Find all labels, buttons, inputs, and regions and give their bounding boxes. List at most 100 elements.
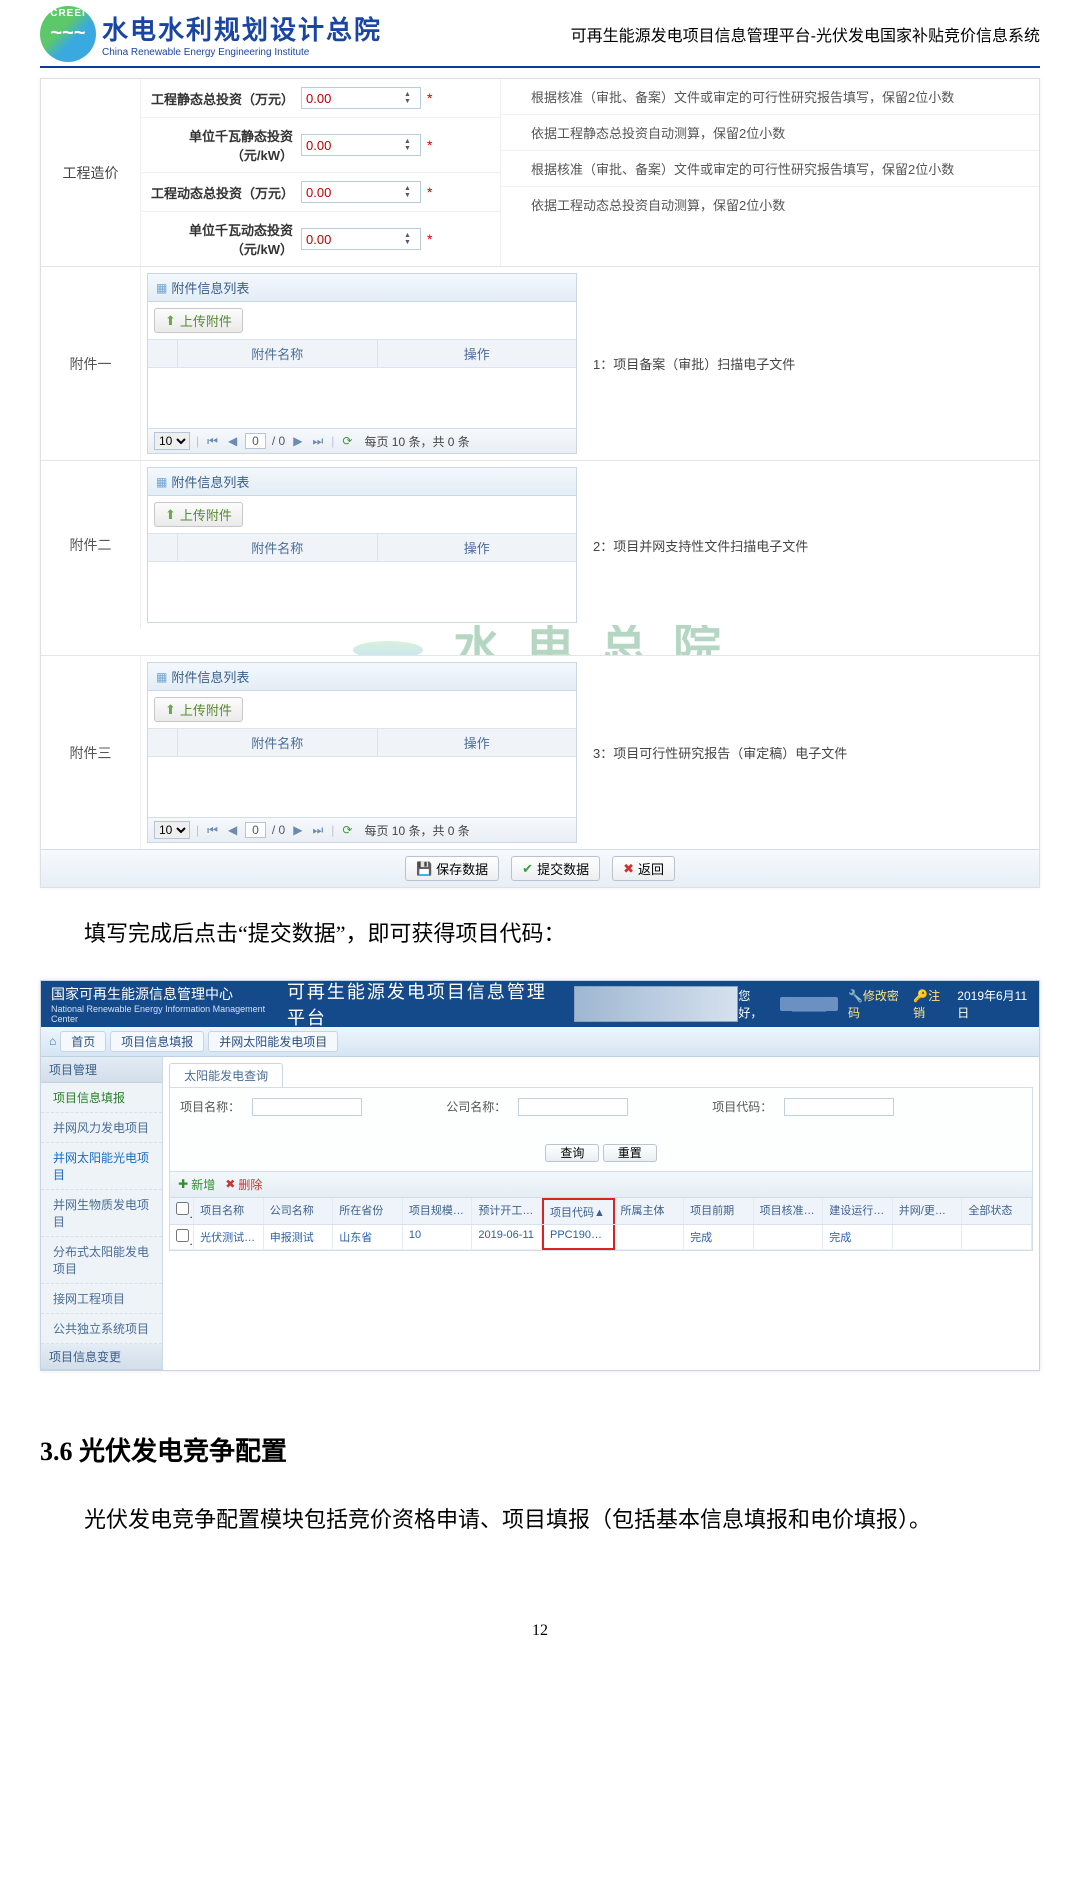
page-size-select[interactable]: 10 — [154, 432, 190, 450]
org-name: 水电水利规划设计总院 China Renewable Energy Engine… — [102, 10, 382, 58]
prev-page-icon[interactable]: ◀ — [226, 823, 239, 837]
search-button[interactable]: 查询 — [545, 1144, 599, 1162]
page-size-select[interactable]: 10 — [154, 821, 190, 839]
breadcrumb: ⌂ 首页 项目信息填报 并网太阳能发电项目 — [41, 1027, 1039, 1057]
search-name-label: 项目名称： — [180, 1098, 240, 1115]
th-11[interactable]: 并网/更新情况 — [893, 1198, 963, 1224]
sidebar-item-0[interactable]: 项目信息填报 — [41, 1083, 162, 1113]
crumb-2[interactable]: 并网太阳能发电项目 — [208, 1031, 338, 1052]
next-page-icon[interactable]: ▶ — [291, 823, 304, 837]
creei-logo: CREEI — [40, 6, 96, 62]
th-2[interactable]: 公司名称 — [264, 1198, 334, 1224]
sidebar-item-4[interactable]: 分布式太阳能发电项目 — [41, 1237, 162, 1284]
attach-note-3: 3：项目可行性研究报告（审定稿）电子文件 — [583, 656, 1039, 849]
last-page-icon[interactable]: ⏭ — [310, 823, 325, 838]
search-company-label: 公司名称： — [446, 1098, 506, 1115]
td-11 — [893, 1225, 963, 1250]
spinner-icon[interactable]: ▲▼ — [404, 185, 416, 199]
refresh-icon[interactable]: ⟳ — [340, 823, 354, 837]
field-input-1[interactable]: 0.00▲▼ — [301, 134, 421, 156]
save-button[interactable]: 💾保存数据 — [405, 856, 499, 881]
header-date: 2019年6月11日 — [957, 987, 1029, 1021]
attach-table-head: 附件名称操作 — [148, 339, 576, 368]
reset-button[interactable]: 重置 — [603, 1144, 657, 1162]
refresh-icon[interactable]: ⟳ — [340, 434, 354, 448]
change-password-link[interactable]: 🔧修改密码 — [848, 987, 903, 1021]
first-page-icon[interactable]: ⏮ — [205, 434, 220, 449]
upload-button[interactable]: ⬆上传附件 — [154, 697, 243, 722]
first-page-icon[interactable]: ⏮ — [205, 823, 220, 838]
th-9[interactable]: 项目核准(备案) — [754, 1198, 824, 1224]
th-10[interactable]: 建设运行信息 — [823, 1198, 893, 1224]
grid-icon: ▦ — [156, 475, 167, 489]
org-name-en: China Renewable Energy Engineering Insti… — [102, 47, 382, 58]
form-action-bar: 💾保存数据 ✔提交数据 ✖返回 — [41, 849, 1039, 887]
home-icon[interactable]: ⌂ — [49, 1034, 56, 1048]
search-code-input[interactable] — [784, 1098, 894, 1116]
upload-button[interactable]: ⬆上传附件 — [154, 502, 243, 527]
spinner-icon[interactable]: ▲▼ — [404, 91, 416, 105]
back-button[interactable]: ✖返回 — [612, 856, 675, 881]
td-2: 申报测试 — [264, 1225, 334, 1250]
table-row[interactable]: 光伏测试项目申报测试山东省102019-06-11PPC190637020100… — [170, 1225, 1032, 1250]
upload-button[interactable]: ⬆上传附件 — [154, 308, 243, 333]
logo-block: CREEI 水电水利规划设计总院 China Renewable Energy … — [40, 6, 382, 62]
cost-section-label: 工程造价 — [41, 79, 141, 266]
field-hint-2: 根据核准（审批、备案）文件或审定的可行性研究报告填写，保留2位小数 — [511, 159, 1029, 178]
th-12[interactable]: 全部状态 — [962, 1198, 1032, 1224]
th-3[interactable]: 所在省份 — [333, 1198, 403, 1224]
th-0[interactable] — [170, 1198, 194, 1224]
sidebar-item-5[interactable]: 接网工程项目 — [41, 1284, 162, 1314]
grid-icon: ▦ — [156, 281, 167, 295]
field-label-3: 单位千瓦动态投资（元/kW） — [151, 220, 301, 258]
pager: 10|⏮◀0/ 0▶⏭|⟳每页 10 条，共 0 条 — [148, 428, 576, 453]
th-7[interactable]: 所属主体 — [615, 1198, 685, 1224]
sidebar-item-6[interactable]: 公共独立系统项目 — [41, 1314, 162, 1344]
query-tab[interactable]: 太阳能发电查询 — [169, 1063, 283, 1087]
upload-icon: ⬆ — [165, 507, 176, 523]
prev-page-icon[interactable]: ◀ — [226, 434, 239, 448]
submit-button[interactable]: ✔提交数据 — [511, 856, 600, 881]
crumb-0[interactable]: 首页 — [60, 1031, 106, 1052]
field-input-0[interactable]: 0.00▲▼ — [301, 87, 421, 109]
th-6[interactable]: 项目代码▲ — [542, 1198, 615, 1224]
th-4[interactable]: 项目规模（MW） — [403, 1198, 473, 1224]
field-label-0: 工程静态总投资（万元） — [151, 89, 301, 108]
add-button[interactable]: ✚ 新增 — [178, 1176, 215, 1193]
page-number: 12 — [40, 1622, 1040, 1640]
platform-org: 国家可再生能源信息管理中心 — [51, 984, 273, 1004]
sidebar-item-2[interactable]: 并网太阳能光电项目 — [41, 1143, 162, 1190]
sidebar-item-3[interactable]: 并网生物质发电项目 — [41, 1190, 162, 1237]
side-group-1: 项目管理 — [41, 1057, 162, 1083]
search-company-input[interactable] — [518, 1098, 628, 1116]
submit-label: 提交数据 — [537, 859, 589, 878]
select-all-checkbox[interactable] — [176, 1202, 189, 1215]
field-hint-1: 依据工程静态总投资自动测算，保留2位小数 — [511, 123, 1029, 142]
save-label: 保存数据 — [436, 859, 488, 878]
page-current[interactable]: 0 — [245, 822, 266, 838]
spinner-icon[interactable]: ▲▼ — [404, 138, 416, 152]
last-page-icon[interactable]: ⏭ — [310, 434, 325, 449]
td-5: 2019-06-11 — [472, 1225, 542, 1250]
search-name-input[interactable] — [252, 1098, 362, 1116]
spinner-icon[interactable]: ▲▼ — [404, 232, 416, 246]
th-1[interactable]: 项目名称 — [194, 1198, 264, 1224]
th-5[interactable]: 预计开工时间 — [472, 1198, 542, 1224]
platform-org-en: National Renewable Energy Information Ma… — [51, 1004, 273, 1024]
td-0[interactable] — [170, 1225, 194, 1250]
field-input-3[interactable]: 0.00▲▼ — [301, 228, 421, 250]
td-4: 10 — [403, 1225, 473, 1250]
page-current[interactable]: 0 — [245, 433, 266, 449]
section-heading-3-6: 3.6 光伏发电竞争配置 — [40, 1431, 1040, 1468]
sidebar-item-1[interactable]: 并网风力发电项目 — [41, 1113, 162, 1143]
document-header: CREEI 水电水利规划设计总院 China Renewable Energy … — [40, 0, 1040, 68]
row-checkbox[interactable] — [176, 1229, 189, 1242]
required-mark: * — [427, 137, 432, 153]
attach-empty-body — [148, 757, 576, 817]
crumb-1[interactable]: 项目信息填报 — [110, 1031, 204, 1052]
next-page-icon[interactable]: ▶ — [291, 434, 304, 448]
th-8[interactable]: 项目前期 — [684, 1198, 754, 1224]
logout-link[interactable]: 🔑注销 — [913, 987, 947, 1021]
field-input-2[interactable]: 0.00▲▼ — [301, 181, 421, 203]
delete-button[interactable]: ✖ 删除 — [225, 1176, 262, 1193]
